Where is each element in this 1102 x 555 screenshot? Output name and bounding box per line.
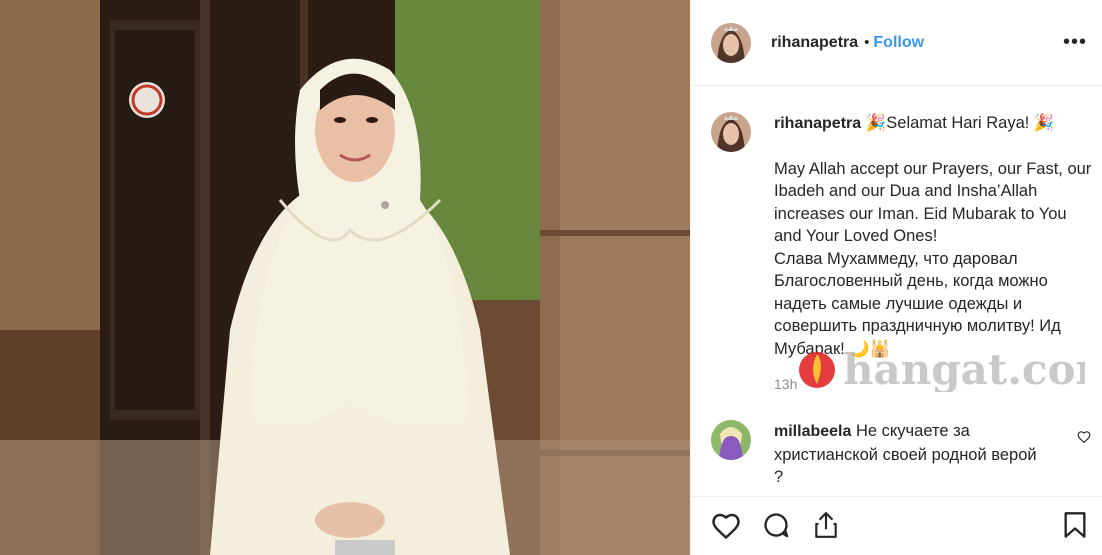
- bookmark-icon[interactable]: [1063, 511, 1087, 544]
- ellipsis-icon[interactable]: •••: [1063, 32, 1087, 52]
- post-photo[interactable]: [0, 0, 690, 555]
- comment-text: millabeela Не скучаете за христианской с…: [774, 420, 1044, 489]
- comment-icon[interactable]: [761, 511, 791, 544]
- comment-item: millabeela Не скучаете за христианской с…: [711, 420, 1091, 486]
- instagram-post-frame: rihanapetra • Follow ••• rihanapetra 🎉Se…: [0, 0, 1102, 555]
- separator-dot: •: [864, 34, 870, 51]
- caption-timestamp[interactable]: 13h: [774, 376, 797, 392]
- commenter-avatar-image: [711, 420, 751, 460]
- follow-button[interactable]: Follow: [873, 34, 924, 52]
- small-heart-icon[interactable]: [1077, 430, 1091, 448]
- post-side-panel: rihanapetra • Follow ••• rihanapetra 🎉Se…: [690, 0, 1102, 555]
- action-bar: [691, 496, 1102, 555]
- caption-paragraph-russian: Слава Мухаммеду, что даровал Благословен…: [774, 249, 1061, 358]
- post-photo-image: [0, 0, 690, 555]
- caption-paragraph-english: May Allah accept our Prayers, our Fast, …: [774, 159, 1092, 246]
- caption-username[interactable]: rihanapetra: [774, 115, 861, 132]
- author-avatar-image: [711, 22, 751, 63]
- share-icon[interactable]: [813, 511, 839, 544]
- post-header: rihanapetra • Follow •••: [691, 0, 1102, 86]
- author-username[interactable]: rihanapetra: [771, 34, 858, 52]
- caption-first-line: 🎉Selamat Hari Raya! 🎉: [865, 114, 1055, 132]
- author-avatar[interactable]: [711, 22, 751, 63]
- commenter-username[interactable]: millabeela: [774, 423, 851, 440]
- caption-avatar[interactable]: [711, 112, 751, 152]
- heart-icon[interactable]: [711, 511, 741, 544]
- commenter-avatar[interactable]: [711, 420, 751, 460]
- caption-avatar-image: [711, 112, 751, 152]
- caption-text: rihanapetra 🎉Selamat Hari Raya! 🎉 May Al…: [774, 112, 1094, 360]
